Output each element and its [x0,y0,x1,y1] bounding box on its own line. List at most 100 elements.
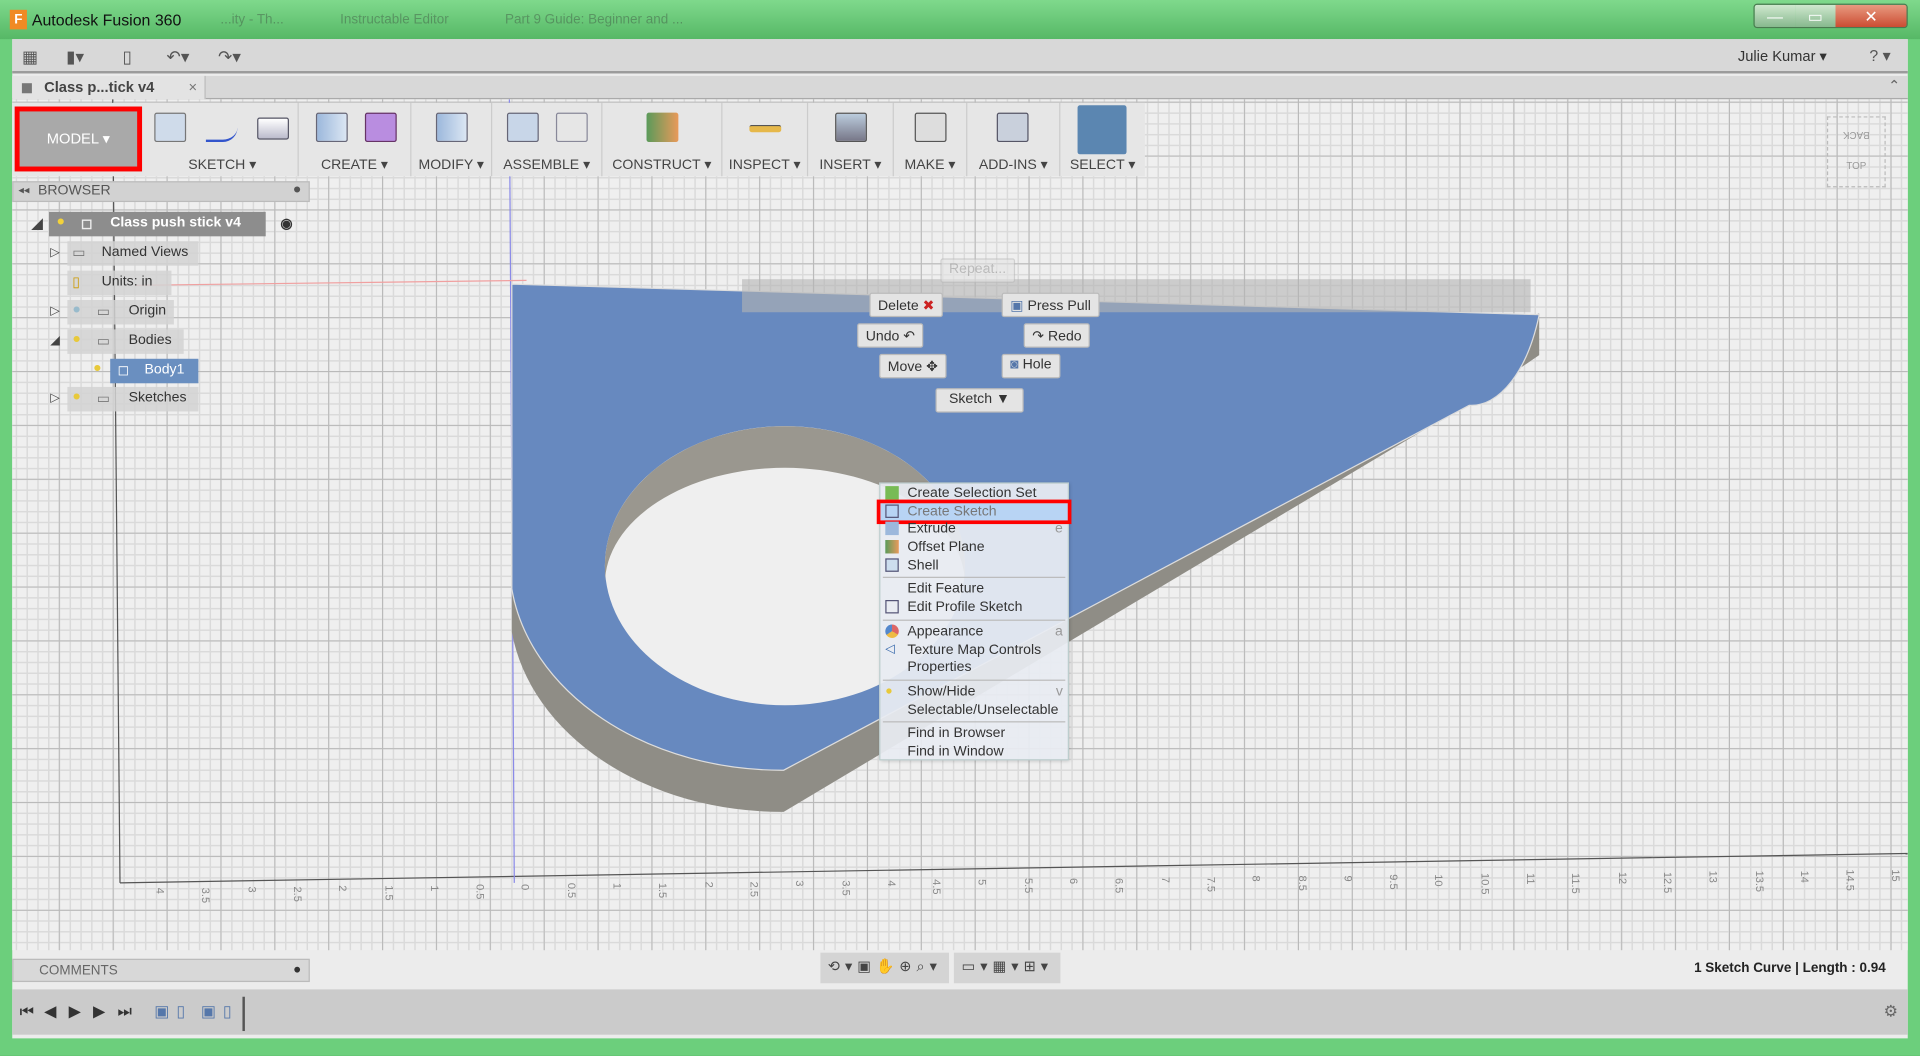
tree-item-units[interactable]: ▯ Units: in [67,270,172,296]
expand-icon[interactable]: ▷ [50,305,59,318]
inspect-menu[interactable]: INSPECT ▾ [722,156,806,173]
tree-item-origin[interactable]: ▷ ● ▭ Origin [50,300,174,325]
modify-group[interactable]: MODIFY ▾ [411,102,493,177]
redo-icon[interactable]: ↷▾ [218,47,241,68]
timeline-extrude-icon[interactable]: ▯ [176,1002,185,1022]
menu-item-extrude[interactable]: Extrude e [880,521,1067,539]
add-comment-icon[interactable]: ● [293,962,301,977]
insert-menu[interactable]: INSERT ▾ [808,156,892,173]
lightbulb-icon[interactable]: ● [56,214,65,229]
go-to-start-icon[interactable]: ⏮ [20,1002,34,1022]
settings-gear-icon[interactable]: ⚙ [1884,1002,1898,1022]
3d-print-icon[interactable] [914,112,947,143]
zoom-icon[interactable]: ⊕ [899,958,916,975]
sketch-dropdown-button[interactable]: Sketch ▼ [935,388,1024,413]
user-menu[interactable]: Julie Kumar ▾ [1738,48,1827,65]
joint-icon[interactable] [555,112,588,143]
hole-button[interactable]: ◙ Hole [1001,353,1061,379]
step-back-icon[interactable]: ◀ [44,1002,56,1022]
viewports-icon[interactable]: ⊞▾ [1024,958,1053,975]
modify-menu[interactable]: MODIFY ▾ [411,156,491,173]
move-button[interactable]: Move ✥ [879,353,947,379]
menu-item-find-in-browser[interactable]: Find in Browser [880,725,1067,743]
help-icon[interactable]: ? ▾ [1869,47,1890,67]
fit-icon[interactable]: ⌕▾ [916,958,941,975]
menu-item-selectable[interactable]: Selectable/Unselectable [880,701,1067,719]
expand-icon[interactable]: ◢ [50,334,59,347]
construct-menu[interactable]: CONSTRUCT ▾ [602,156,721,173]
assemble-group[interactable]: ASSEMBLE ▾ [492,102,603,177]
make-group[interactable]: MAKE ▾ [894,102,968,177]
redo-button[interactable]: ↷ Redo [1023,323,1091,348]
view-cube-top[interactable]: TOP [1828,160,1884,171]
tree-item-sketches[interactable]: ▷ ● ▭ Sketches [50,386,199,412]
close-button[interactable]: ✕ [1835,4,1907,27]
menu-item-find-in-window[interactable]: Find in Window [880,743,1067,761]
document-tab[interactable]: ◼ Class p...tick v4 × [12,75,206,100]
menu-item-create-sketch[interactable]: Create Sketch [876,499,1072,525]
timeline-marker[interactable] [242,996,245,1032]
delete-button[interactable]: Delete ✖ [869,292,943,318]
menu-item-properties[interactable]: Properties [880,659,1067,677]
menu-item-texture-map-controls[interactable]: ◁ Texture Map Controls [880,641,1067,659]
tree-item-bodies[interactable]: ◢ ● ▭ Bodies [50,329,184,354]
press-pull-button[interactable]: ▣ Press Pull [1001,292,1100,318]
file-icon[interactable]: ▮▾ [66,47,84,68]
expand-icon[interactable]: ◢ [32,214,43,232]
save-icon[interactable]: ▯ [122,47,131,68]
addins-menu[interactable]: ADD-INS ▾ [967,156,1059,173]
select-menu[interactable]: SELECT ▾ [1060,156,1144,173]
timeline-extrude-icon[interactable]: ▯ [223,1002,232,1022]
browser-tab[interactable]: Instructable Editor [316,7,474,31]
menu-item-show-hide[interactable]: ● Show/Hide v [880,683,1067,701]
lightbulb-icon[interactable]: ● [72,389,81,404]
offset-plane-icon[interactable] [646,112,679,143]
menu-item-edit-feature[interactable]: Edit Feature [880,581,1067,599]
inspect-group[interactable]: INSPECT ▾ [722,102,809,177]
go-to-end-icon[interactable]: ⏭ [118,1002,132,1022]
browser-tab[interactable]: Part 9 Guide: Beginner and ... [481,7,708,31]
activate-radio-icon[interactable]: ◉ [280,214,292,232]
press-pull-icon[interactable] [435,112,468,143]
expand-icon[interactable]: ▷ [50,246,59,259]
new-component-icon[interactable] [506,112,539,143]
measure-icon[interactable] [749,124,782,133]
view-cube[interactable]: BACK TOP [1826,116,1886,188]
comments-panel[interactable]: COMMENTS ● [12,958,310,983]
extrude-icon[interactable] [315,112,348,143]
form-icon[interactable] [364,112,397,143]
menu-item-create-selection-set[interactable]: Create Selection Set [880,485,1067,503]
insert-image-icon[interactable] [835,112,867,143]
timeline-sketch-icon[interactable]: ▣ [154,1002,169,1022]
browser-tab[interactable]: ...ity - Th... [196,7,308,31]
maximize-button[interactable]: ▭ [1795,4,1836,27]
pin-icon[interactable]: ● [293,182,302,197]
insert-group[interactable]: INSERT ▾ [808,102,894,177]
menu-item-shell[interactable]: Shell [880,557,1067,575]
browser-header[interactable]: ◂◂ BROWSER ● [12,181,310,203]
timeline-sketch-icon[interactable]: ▣ [201,1002,216,1022]
assemble-menu[interactable]: ASSEMBLE ▾ [492,156,601,173]
minimize-button[interactable]: — [1754,4,1796,27]
sketch-menu[interactable]: SKETCH ▾ [147,156,298,173]
select-group[interactable]: SELECT ▾ [1060,103,1144,176]
scripts-icon[interactable] [996,112,1029,143]
create-sketch-icon[interactable] [154,112,187,143]
select-icon[interactable] [1077,105,1127,155]
lightbulb-icon[interactable]: ● [72,332,81,347]
tree-item-named-views[interactable]: ▷ ▭ Named Views [50,241,199,266]
addins-group[interactable]: ADD-INS ▾ [967,102,1061,177]
lightbulb-icon[interactable]: ● [72,302,81,317]
sketch-group[interactable]: SKETCH ▾ [147,102,299,177]
make-menu[interactable]: MAKE ▾ [894,156,966,173]
expand-icon[interactable]: ▷ [50,392,59,405]
workspace-switcher[interactable]: MODEL ▾ [14,106,143,172]
menu-item-edit-profile-sketch[interactable]: Edit Profile Sketch [880,599,1067,617]
collapse-icon[interactable]: ⌃ [1888,77,1900,94]
pan-icon[interactable]: ✋ [876,958,899,975]
tree-item-body1[interactable]: ● ◻ Body1 [93,358,199,384]
play-icon[interactable]: ▶ [69,1002,81,1022]
create-menu[interactable]: CREATE ▾ [299,156,410,173]
step-forward-icon[interactable]: ▶ [93,1002,105,1022]
rectangle-icon[interactable] [257,117,289,140]
